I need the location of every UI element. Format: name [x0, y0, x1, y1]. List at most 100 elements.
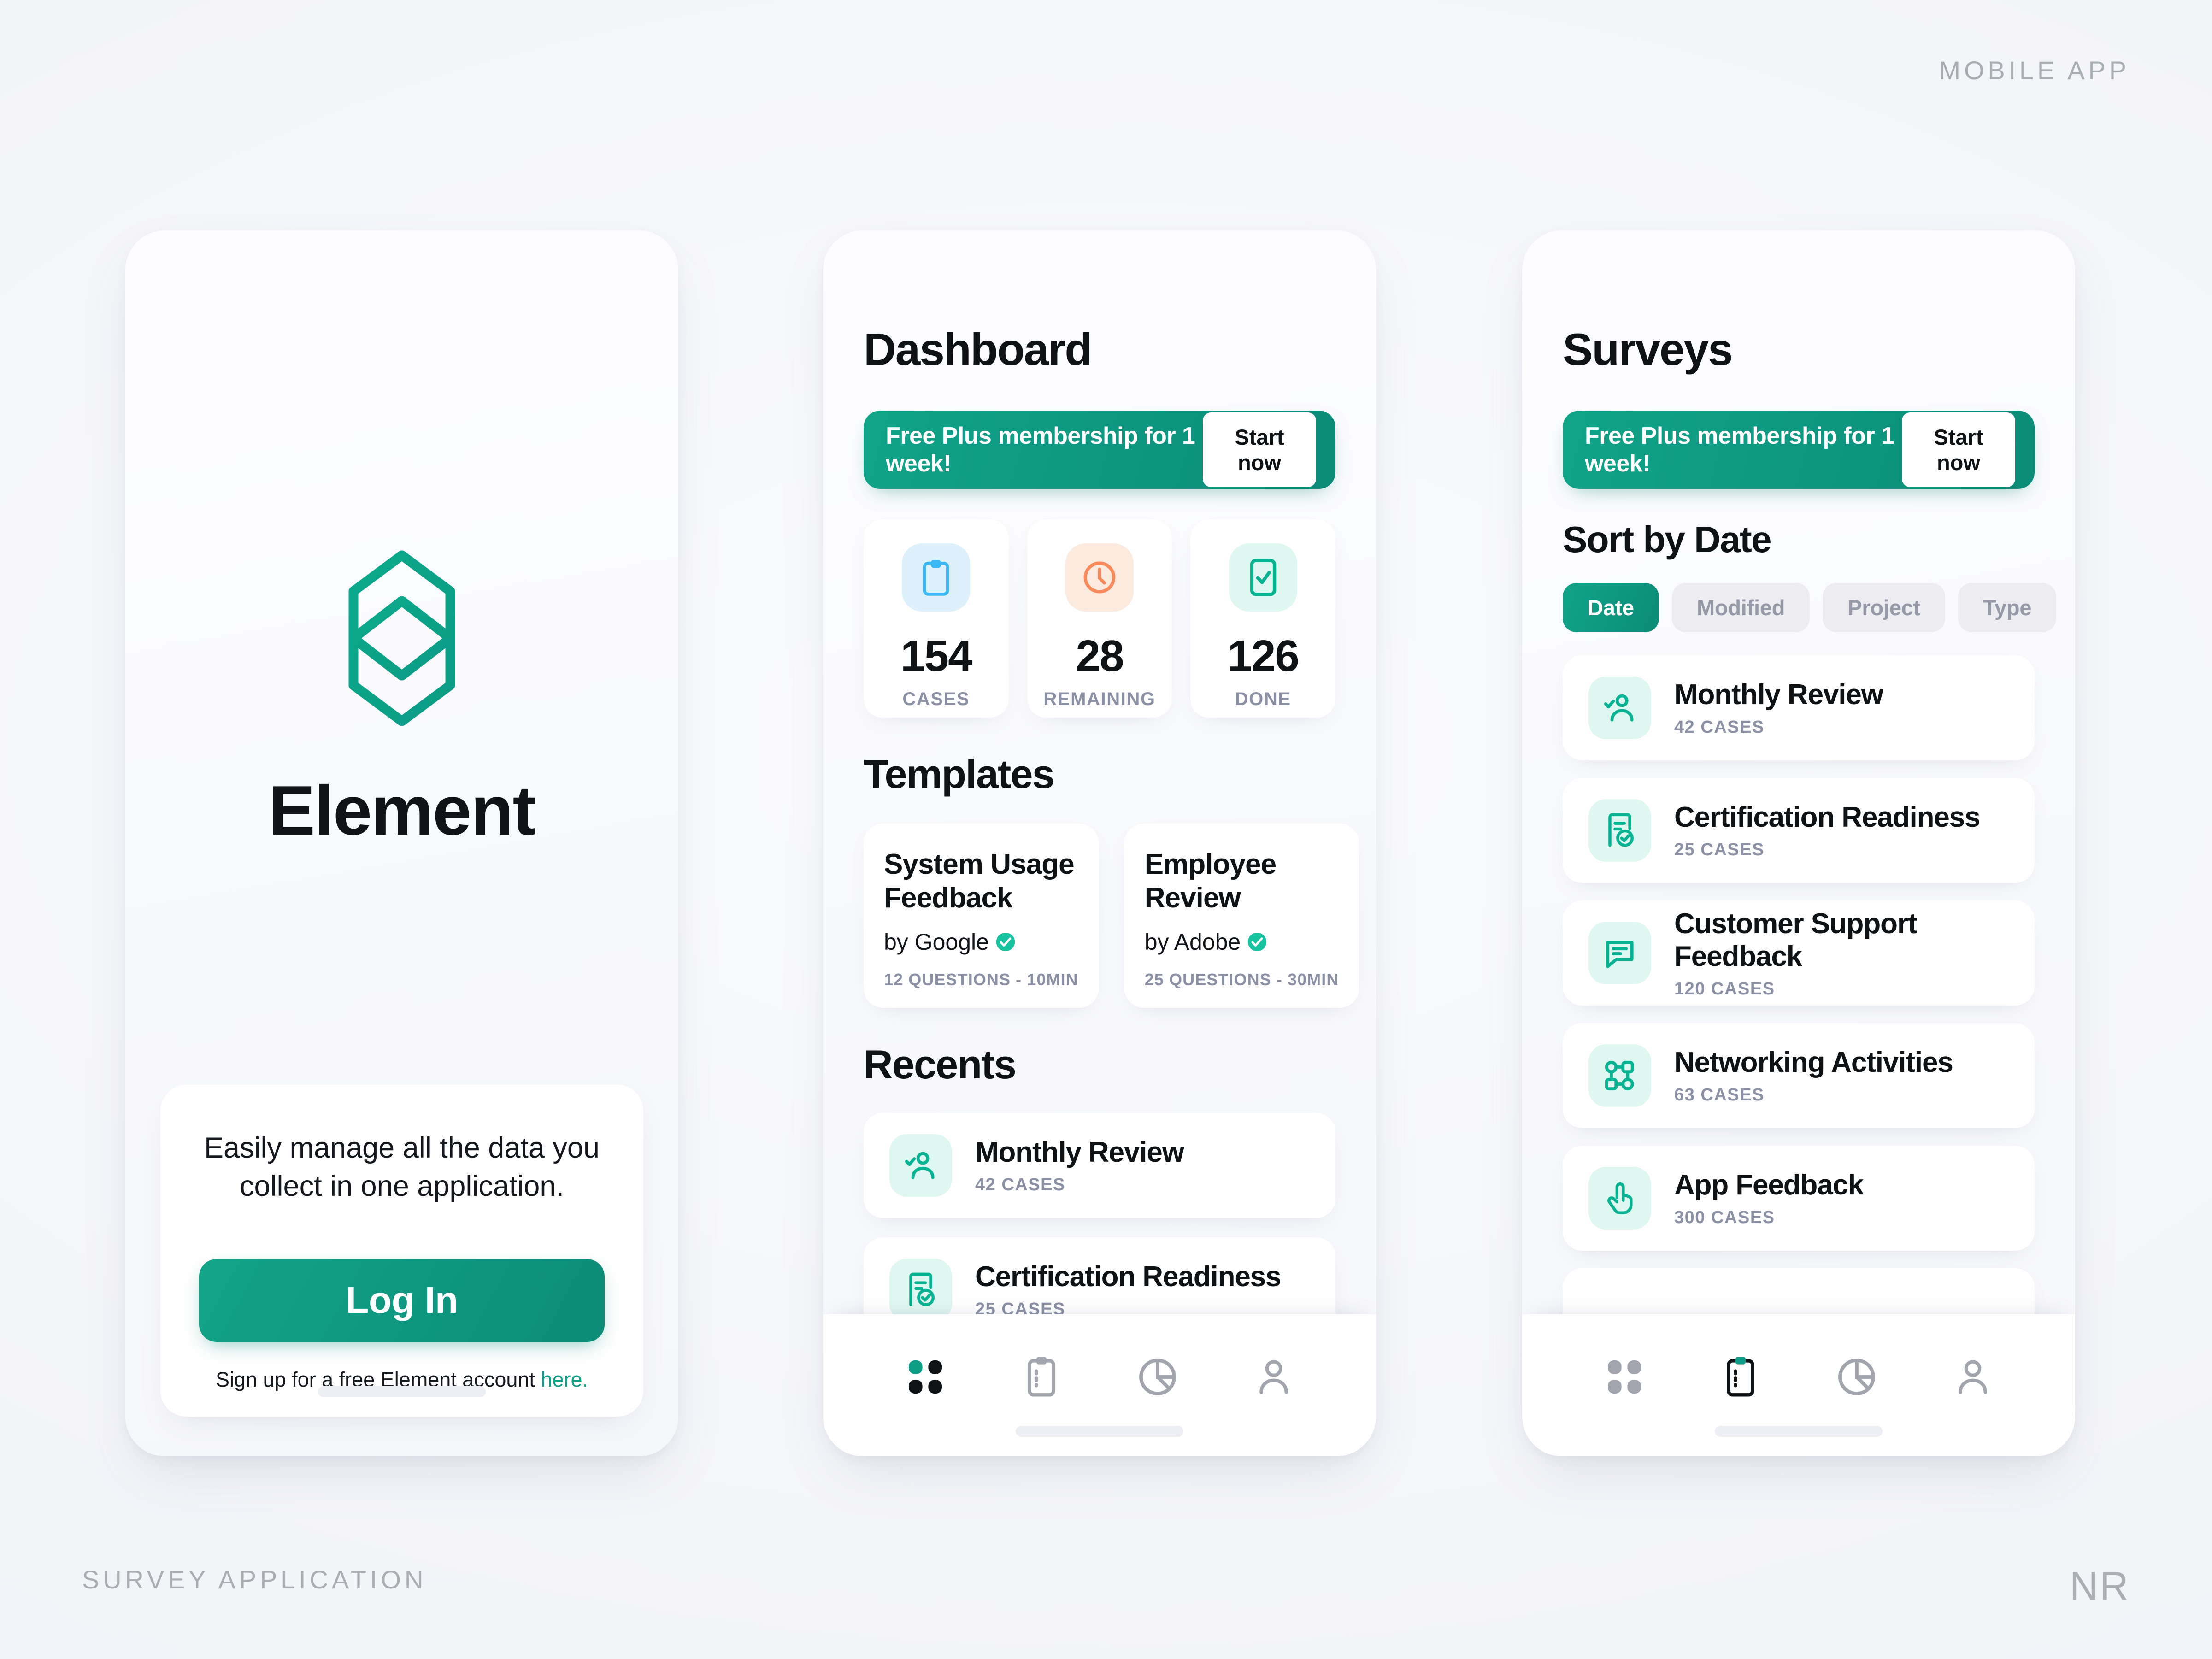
- home-indicator: [318, 1386, 486, 1397]
- nav-clipboard-icon[interactable]: [1713, 1349, 1768, 1405]
- mobile-app-label: MOBILE APP: [1939, 56, 2130, 85]
- stat-value: 126: [1227, 631, 1299, 681]
- phone-frame-login: Element Easily manage all the data you c…: [125, 230, 678, 1456]
- list-item-title: Certification Readiness: [975, 1261, 1282, 1293]
- nav-grid-icon[interactable]: [898, 1349, 953, 1405]
- verified-badge-icon: [1248, 933, 1267, 952]
- template-name: System Usage Feedback: [884, 848, 1075, 914]
- template-author: by Google: [884, 929, 989, 955]
- stat-card-cases[interactable]: 154 CASES: [864, 519, 1009, 718]
- clipboard-icon: [902, 543, 971, 612]
- list-item-subtitle: 120 CASES: [1674, 979, 1775, 999]
- recents-section-title: Recents: [864, 1041, 1017, 1087]
- survey-application-label: SURVEY APPLICATION: [82, 1565, 427, 1594]
- page-title-dashboard: Dashboard: [864, 324, 1092, 375]
- stat-card-group: 154 CASES 28 REMAINING 126 DONE: [864, 519, 1336, 718]
- surveys-list: Monthly Review 42 CASES Certification Re…: [1563, 655, 2035, 1373]
- nav-person-icon[interactable]: [1246, 1349, 1301, 1405]
- list-item-title: Monthly Review: [975, 1136, 1184, 1168]
- certificate-icon: [1588, 799, 1651, 862]
- surveys-body: Surveys Free Plus membership for 1 week!…: [1522, 230, 2075, 1456]
- dashboard-body: Dashboard Free Plus membership for 1 wee…: [823, 230, 1376, 1456]
- page-title-surveys: Surveys: [1563, 324, 1733, 375]
- element-logo-icon: [333, 548, 471, 728]
- list-item-title: Customer Support Feedback: [1674, 907, 1917, 972]
- user-check-icon: [1588, 677, 1651, 739]
- list-item[interactable]: Monthly Review 42 CASES: [864, 1113, 1335, 1218]
- tap-icon: [1588, 1167, 1651, 1230]
- user-check-icon: [889, 1134, 952, 1197]
- list-item-title: Certification Readiness: [1674, 801, 1981, 833]
- stat-label: CASES: [902, 689, 970, 709]
- list-item[interactable]: Monthly Review 42 CASES: [1563, 655, 2035, 760]
- signup-link[interactable]: here.: [541, 1368, 588, 1391]
- brand-block: Element: [125, 548, 678, 851]
- nav-person-icon[interactable]: [1945, 1349, 2000, 1405]
- template-meta: 12 QUESTIONS - 10MIN: [884, 970, 1078, 989]
- sort-chip-type[interactable]: Type: [1958, 583, 2057, 632]
- list-item-subtitle: 300 CASES: [1674, 1208, 1775, 1227]
- promo-banner-dashboard[interactable]: Free Plus membership for 1 week! Start n…: [864, 411, 1335, 489]
- stat-value: 154: [900, 631, 972, 681]
- nav-grid-icon[interactable]: [1597, 1349, 1652, 1405]
- phone-check-icon: [1229, 543, 1297, 612]
- phone-frame-dashboard: Dashboard Free Plus membership for 1 wee…: [823, 230, 1376, 1456]
- login-screen: Element Easily manage all the data you c…: [125, 230, 678, 1456]
- templates-section-title: Templates: [864, 751, 1055, 797]
- template-author: by Adobe: [1144, 929, 1241, 955]
- list-item-subtitle: 25 CASES: [1674, 840, 1765, 859]
- tagline: Easily manage all the data you collect i…: [204, 1132, 600, 1203]
- template-author-row: by Adobe: [1145, 929, 1339, 955]
- list-item-subtitle: 42 CASES: [1674, 718, 1765, 737]
- network-icon: [1588, 1044, 1651, 1107]
- promo-banner-surveys[interactable]: Free Plus membership for 1 week! Start n…: [1563, 411, 2035, 489]
- sort-chip-project[interactable]: Project: [1823, 583, 1945, 632]
- list-item-subtitle: 63 CASES: [1674, 1085, 1765, 1105]
- sort-chip-modified[interactable]: Modified: [1671, 583, 1810, 632]
- dashboard-screen: Dashboard Free Plus membership for 1 wee…: [823, 230, 1376, 1456]
- template-author-row: by Google: [884, 929, 1078, 955]
- promo-text: Free Plus membership for 1 week!: [1585, 423, 1894, 477]
- template-meta: 25 QUESTIONS - 30MIN: [1144, 970, 1339, 989]
- bottom-navigation-dashboard: [823, 1314, 1376, 1456]
- phone-frame-surveys: Surveys Free Plus membership for 1 week!…: [1522, 230, 2075, 1456]
- stat-label: REMAINING: [1043, 689, 1156, 709]
- author-initials: NR: [2069, 1564, 2130, 1608]
- start-now-button[interactable]: Start now: [1202, 412, 1316, 487]
- stat-value: 28: [1076, 631, 1124, 681]
- list-item[interactable]: App Feedback 300 CASES: [1563, 1146, 2035, 1251]
- list-item[interactable]: Networking Activities 63 CASES: [1563, 1023, 2035, 1128]
- stat-label: DONE: [1235, 689, 1291, 709]
- surveys-screen: Surveys Free Plus membership for 1 week!…: [1522, 230, 2075, 1456]
- sort-by-title: Sort by Date: [1563, 519, 1772, 560]
- list-item-title: Monthly Review: [1674, 679, 1883, 711]
- nav-clipboard-icon[interactable]: [1014, 1349, 1069, 1405]
- chat-icon: [1588, 922, 1651, 984]
- template-name: Employee Review: [1144, 848, 1277, 914]
- start-now-button[interactable]: Start now: [1901, 412, 2015, 487]
- sort-chip-date[interactable]: Date: [1563, 583, 1659, 632]
- nav-pie-chart-icon[interactable]: [1829, 1349, 1884, 1405]
- clock-icon: [1065, 543, 1134, 612]
- template-card[interactable]: System Usage Feedback by Google 12 QUEST…: [864, 824, 1099, 1008]
- bottom-navigation-surveys: [1522, 1314, 2075, 1456]
- templates-carousel[interactable]: System Usage Feedback by Google 12 QUEST…: [864, 824, 1359, 1008]
- list-item-subtitle: 42 CASES: [975, 1175, 1065, 1194]
- stat-card-remaining[interactable]: 28 REMAINING: [1027, 519, 1172, 718]
- verified-badge-icon: [996, 933, 1015, 952]
- list-item[interactable]: Certification Readiness 25 CASES: [1563, 778, 2035, 883]
- list-item-title: App Feedback: [1674, 1169, 1864, 1201]
- certificate-icon: [889, 1259, 952, 1321]
- log-in-button[interactable]: Log In: [199, 1259, 605, 1342]
- home-indicator: [1016, 1426, 1183, 1437]
- brand-name: Element: [268, 771, 536, 850]
- list-item[interactable]: Customer Support Feedback 120 CASES: [1563, 900, 2035, 1006]
- login-card: Easily manage all the data you collect i…: [160, 1085, 643, 1417]
- home-indicator: [1715, 1426, 1883, 1437]
- stat-card-done[interactable]: 126 DONE: [1190, 519, 1336, 718]
- template-card[interactable]: Employee Review by Adobe 25 QUESTIONS - …: [1124, 824, 1359, 1008]
- list-item-title: Networking Activities: [1674, 1047, 1953, 1078]
- nav-pie-chart-icon[interactable]: [1130, 1349, 1185, 1405]
- promo-text: Free Plus membership for 1 week!: [886, 423, 1195, 477]
- sort-filter-chips: Date Modified Project Type: [1563, 583, 2057, 632]
